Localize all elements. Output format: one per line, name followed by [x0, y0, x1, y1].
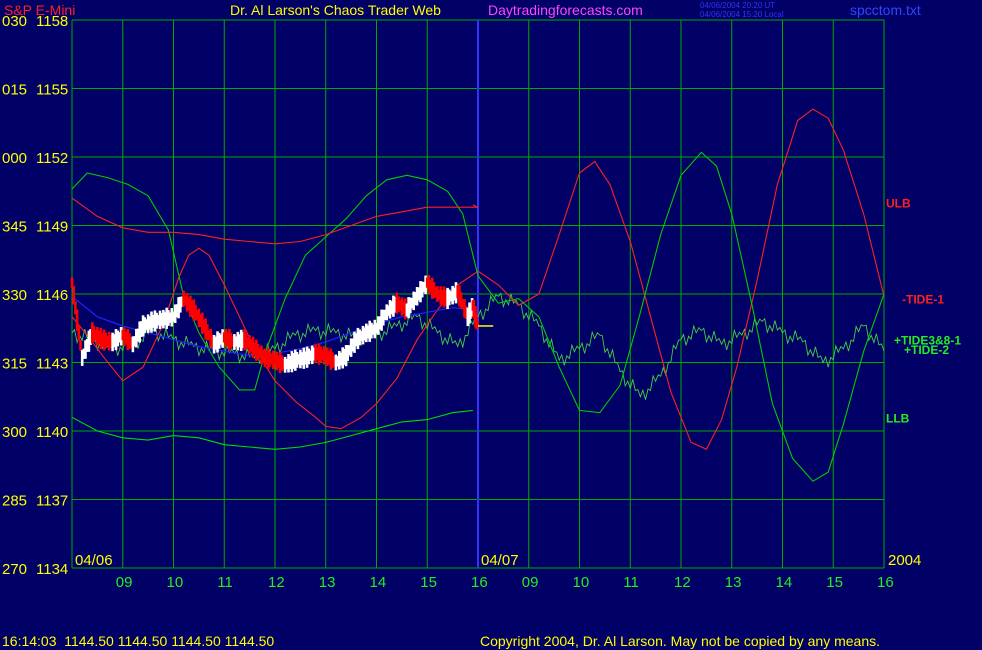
- website-label: Daytradingforecasts.com: [488, 2, 643, 18]
- series-label: +TIDE-2: [904, 343, 949, 357]
- price-bar: [77, 324, 81, 341]
- year-label: 2004: [888, 552, 921, 569]
- y-price-label: 1149: [36, 219, 68, 236]
- x-hour-label: 14: [776, 574, 793, 591]
- series-label: ULB: [886, 197, 911, 211]
- footer-quote: 16:14:03 1144.50 1144.50 1144.50 1144.50: [2, 633, 274, 649]
- y-angle-label: 270: [2, 561, 27, 578]
- y-angle-label: 330: [2, 287, 27, 304]
- chart-title: Dr. Al Larson's Chaos Trader Web: [230, 2, 441, 18]
- x-hour-label: 12: [268, 574, 285, 591]
- x-hour-label: 14: [370, 574, 387, 591]
- chaos-trader-chart: 030 1158015 1155000 1152345 1149330 1146315 11…: [0, 0, 982, 650]
- x-date-label: 04/07: [481, 552, 519, 569]
- x-hour-label: 13: [725, 574, 742, 591]
- x-hour-label: 09: [522, 574, 539, 591]
- x-hour-label: 11: [217, 574, 233, 591]
- x-hour-label: 12: [674, 574, 691, 591]
- y-price-label: 1155: [36, 82, 68, 99]
- x-hour-label: 10: [167, 574, 184, 591]
- y-axis-labels: 030 1158015 1155000 1152345 1149330 1146315 11…: [2, 13, 68, 578]
- x-hour-label: 09: [116, 574, 133, 591]
- price-bar: [475, 319, 479, 330]
- y-price-label: 1152: [36, 150, 68, 167]
- x-date-label: 04/06: [75, 552, 113, 569]
- timestamp-ut: 04/06/2004 20:20 UT: [700, 1, 775, 10]
- y-angle-label: 015: [2, 82, 27, 99]
- y-price-label: 1134: [36, 561, 68, 578]
- series-label: LLB: [886, 411, 910, 425]
- file-name: spcctom.txt: [850, 2, 921, 18]
- x-hour-label: 13: [319, 574, 336, 591]
- y-price-label: 1137: [36, 493, 68, 510]
- x-hour-label: 15: [826, 574, 843, 591]
- symbol-title: S&P E-Mini: [4, 2, 75, 18]
- y-angle-label: 345: [2, 219, 27, 236]
- y-angle-label: 000: [2, 150, 27, 167]
- y-angle-label: 315: [2, 356, 27, 373]
- x-hour-label: 16: [877, 574, 894, 591]
- x-hour-label: 10: [573, 574, 590, 591]
- price-bar: [79, 340, 82, 351]
- footer-copyright: Copyright 2004, Dr. Al Larson. May not b…: [480, 633, 880, 649]
- x-hour-label: 16: [471, 574, 488, 591]
- timestamp-local: 04/06/2004 15:20 Local: [700, 10, 784, 19]
- y-price-label: 1143: [36, 356, 68, 373]
- y-price-label: 1146: [36, 287, 68, 304]
- y-angle-label: 300: [2, 424, 27, 441]
- y-angle-label: 285: [2, 493, 27, 510]
- x-hour-label: 15: [420, 574, 437, 591]
- x-hour-label: 11: [623, 574, 639, 591]
- series-label: -TIDE-1: [902, 293, 944, 307]
- y-price-label: 1140: [36, 424, 68, 441]
